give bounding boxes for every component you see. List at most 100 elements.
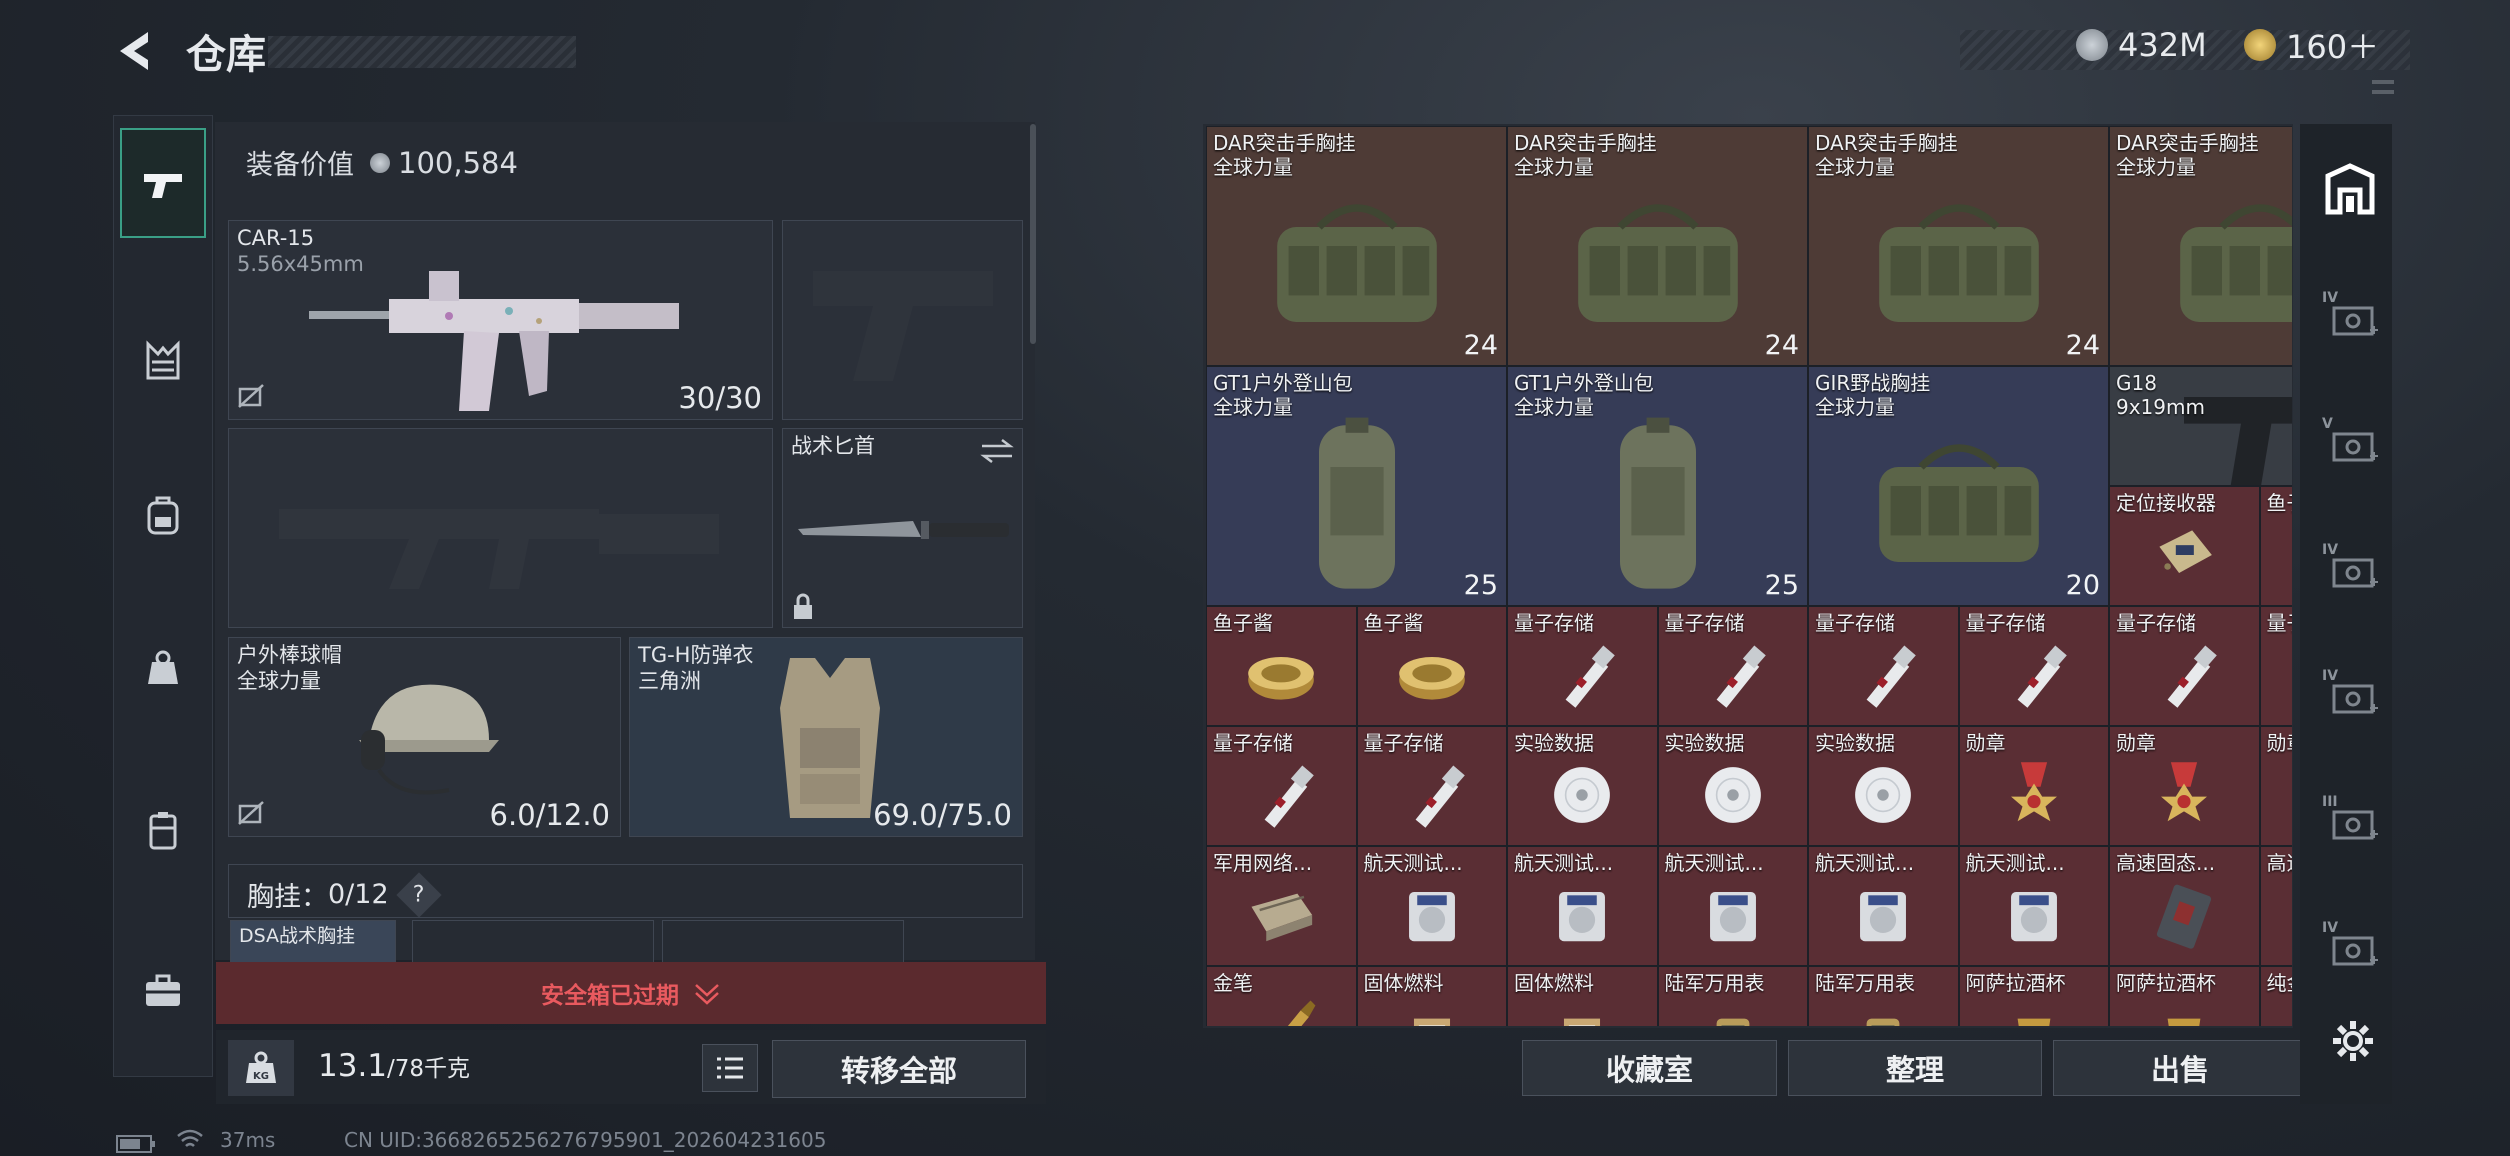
inventory-item[interactable]: DAR突击手胸挂全球力量24 — [1507, 126, 1808, 366]
rig-item-cell[interactable]: DSA战术胸挂 — [230, 920, 396, 965]
inventory-item[interactable]: 量子存储 — [2109, 606, 2260, 726]
inventory-item[interactable]: 航天测试... — [1356, 846, 1507, 966]
inventory-item[interactable]: 实验数据 — [1507, 726, 1658, 846]
primary-weapon-slot[interactable]: CAR-15 5.56x45mm 30/30 — [228, 220, 773, 420]
rig-help-button[interactable]: ? — [396, 871, 442, 917]
disc-icon — [1855, 767, 1912, 824]
storage-tier-tab[interactable]: IV — [2322, 542, 2382, 594]
item-name: 金笔 — [1213, 971, 1253, 995]
drive-icon — [1709, 892, 1756, 942]
item-name: GT1户外登山包 — [1514, 371, 1654, 395]
cup-icon — [2017, 1019, 2051, 1026]
inventory-item[interactable]: 固体燃料 — [1507, 966, 1658, 1026]
inventory-item[interactable]: 实验数据 — [1808, 726, 1959, 846]
inventory-item[interactable]: 勋章 — [2259, 726, 2292, 846]
drive-icon — [2010, 892, 2057, 942]
inventory-item[interactable]: 鱼子酱 — [1206, 606, 1357, 726]
drive-icon — [1408, 892, 1455, 942]
storage-case-icon — [2332, 684, 2378, 714]
tab-backpacks[interactable] — [120, 461, 206, 571]
tab-bags[interactable] — [120, 614, 206, 724]
inventory-item[interactable]: 阿萨拉酒杯 — [1958, 966, 2109, 1026]
usb-icon — [1716, 645, 1766, 709]
baseball-cap-icon — [359, 684, 499, 795]
back-arrow-icon[interactable] — [112, 28, 158, 74]
storage-tier-tab[interactable]: IV — [2322, 920, 2382, 972]
inventory-item[interactable]: GT1户外登山包 全球力量 25 — [1206, 366, 1507, 606]
settings-gear-icon[interactable] — [2330, 1018, 2376, 1064]
router-icon — [1251, 894, 1313, 942]
inventory-item[interactable]: 鱼子酱 — [1356, 606, 1507, 726]
secondary-weapon-slot[interactable] — [228, 428, 773, 628]
inventory-item[interactable]: 量子存储 — [1808, 606, 1959, 726]
inventory-item[interactable]: 陆军万用表 — [1657, 966, 1808, 1026]
usb-icon — [1866, 645, 1917, 709]
storage-case-icon — [2332, 810, 2378, 840]
inventory-item[interactable]: 量子存储 — [1507, 606, 1658, 726]
list-view-button[interactable] — [702, 1044, 758, 1092]
inventory-item[interactable]: 纯金打火机 — [2259, 966, 2292, 1026]
inventory-item[interactable]: 实验数据 — [1657, 726, 1808, 846]
organize-button[interactable]: 整理 — [1788, 1040, 2042, 1096]
item-name: 军用网络... — [1213, 851, 1313, 875]
inventory-item[interactable]: DAR突击手胸挂全球力量24 — [1808, 126, 2109, 366]
tab-toolboxes[interactable] — [120, 936, 206, 1046]
storage-tier-tab[interactable]: III — [2322, 794, 2382, 846]
inventory-item[interactable]: 固体燃料 — [1356, 966, 1507, 1026]
equipment-scrollbar[interactable] — [1030, 124, 1036, 344]
item-subtitle: 全球力量 — [1213, 155, 1293, 179]
item-name: DAR突击手胸挂 — [1815, 131, 1958, 155]
inventory-item[interactable]: 航天测试... — [1958, 846, 2109, 966]
inventory-item[interactable]: 量子存储 — [1206, 726, 1357, 846]
collection-room-button[interactable]: 收藏室 — [1522, 1040, 1777, 1096]
pistol-icon — [144, 174, 182, 198]
inventory-item[interactable]: 量子存储 — [1356, 726, 1507, 846]
warehouse-icon[interactable] — [2322, 162, 2378, 218]
tab-weapons[interactable] — [120, 128, 206, 238]
transfer-all-button[interactable]: 转移全部 — [772, 1040, 1026, 1098]
inventory-item[interactable]: 量子存储 — [2259, 606, 2292, 726]
inventory-item[interactable]: 航天测试... — [1657, 846, 1808, 966]
inventory-item[interactable]: 鱼子酱 — [2259, 486, 2292, 606]
inventory-item[interactable]: 陆军万用表 — [1808, 966, 1959, 1026]
swap-arrows-icon[interactable] — [980, 437, 1014, 465]
transfer-all-label: 转移全部 — [840, 1054, 957, 1088]
storage-tier-tab[interactable]: IV — [2322, 668, 2382, 720]
tab-rigs[interactable] — [120, 306, 206, 416]
rig-pocket-empty[interactable] — [662, 920, 904, 965]
inventory-item[interactable]: 航天测试... — [1507, 846, 1658, 966]
safe-box-expired-banner[interactable]: 安全箱已过期 — [216, 962, 1046, 1024]
sell-button[interactable]: 出售 — [2053, 1040, 2307, 1096]
inventory-item[interactable]: 量子存储 — [1657, 606, 1808, 726]
inventory-item[interactable]: 勋章 — [1958, 726, 2109, 846]
currency-coins[interactable]: 432M — [2076, 22, 2207, 68]
receiver-icon — [2159, 530, 2213, 574]
chest-rig-row[interactable]: 胸挂： 0/12 ? — [228, 864, 1023, 918]
equipment-value-amount: 100,584 — [398, 145, 518, 180]
inventory-item[interactable]: 航天测试... — [1808, 846, 1959, 966]
inventory-item[interactable]: G189x19mm0/33 — [2109, 366, 2292, 486]
inventory-item[interactable]: DAR突击手胸挂全球力量24 — [2109, 126, 2292, 366]
inventory-item[interactable]: 军用网络... — [1206, 846, 1357, 966]
item-name: 实验数据 — [1664, 731, 1745, 755]
equipment-value: 装备价值 100,584 — [246, 143, 518, 182]
currency-premium[interactable]: 160＋ — [2244, 22, 2379, 68]
inventory-item[interactable]: DAR突击手胸挂全球力量24 — [1206, 126, 1507, 366]
inventory-item[interactable]: 定位接收器 — [2109, 486, 2260, 606]
tab-cases[interactable] — [120, 776, 206, 886]
inventory-item[interactable]: 量子存储 — [1958, 606, 2109, 726]
inventory-item[interactable]: 高速固态... — [2259, 846, 2292, 966]
inventory-item[interactable]: 勋章 — [2109, 726, 2260, 846]
inventory-item[interactable]: 高速固态... — [2109, 846, 2260, 966]
inventory-item[interactable]: 阿萨拉酒杯 — [2109, 966, 2260, 1026]
sidearm-slot[interactable] — [782, 220, 1023, 420]
storage-tier-tab[interactable]: V — [2322, 416, 2382, 468]
inventory-item[interactable]: GT1户外登山包 全球力量 25 — [1507, 366, 1808, 606]
inventory-item[interactable]: 金笔 — [1206, 966, 1357, 1026]
helmet-slot[interactable]: 户外棒球帽 全球力量 6.0/12.0 — [228, 637, 621, 837]
storage-tier-tab[interactable]: IV — [2322, 290, 2382, 342]
inventory-item[interactable]: GIR野战胸挂 全球力量 20 — [1808, 366, 2109, 606]
armor-slot[interactable]: TG-H防弹衣 三角洲 69.0/75.0 — [629, 637, 1023, 837]
melee-slot[interactable]: 战术匕首 — [782, 428, 1023, 628]
rig-pocket-empty[interactable] — [412, 920, 654, 965]
